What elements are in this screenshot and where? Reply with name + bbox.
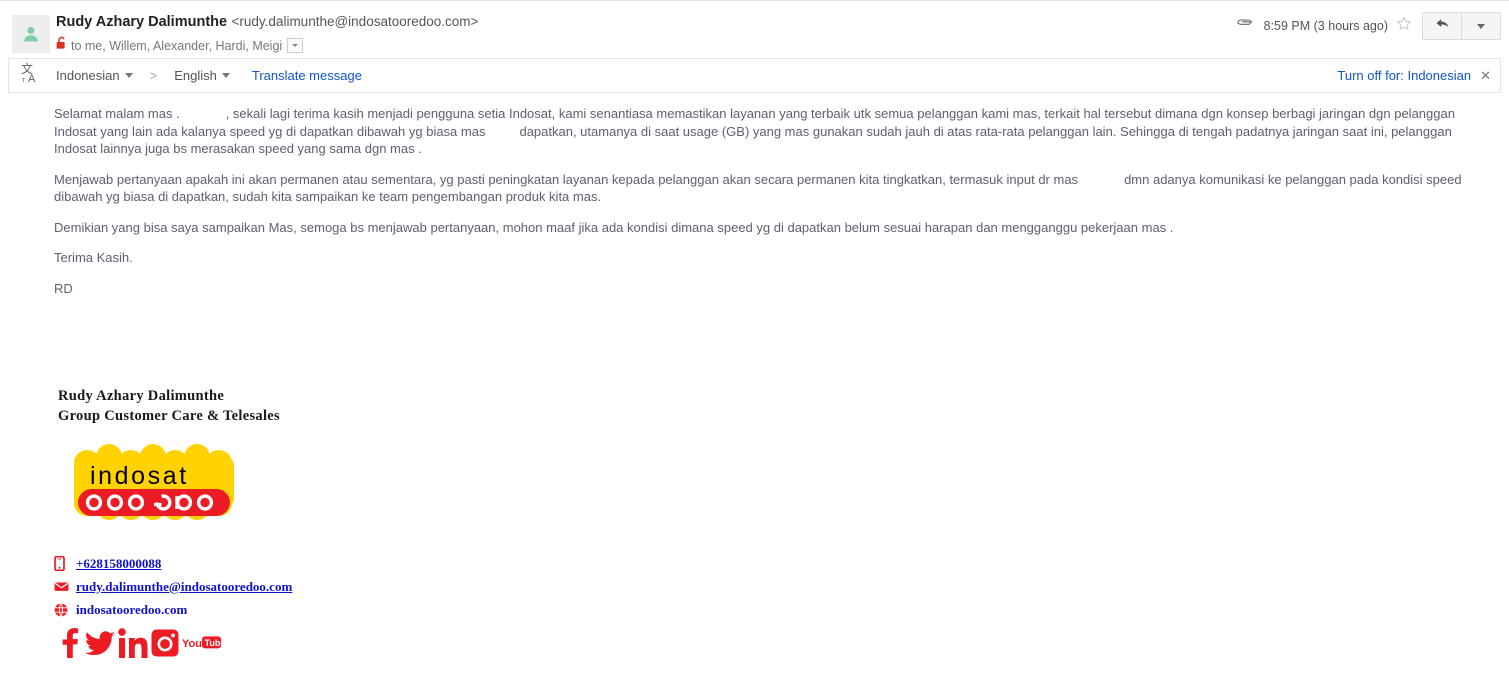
redacted-name-2 <box>485 123 519 141</box>
source-language-label: Indonesian <box>56 68 120 83</box>
linkedin-icon[interactable] <box>118 627 148 664</box>
globe-icon <box>54 602 72 617</box>
recipients-line[interactable]: to me, Willem, Alexander, Hardi, Meigi <box>56 36 304 55</box>
message-initials: RD <box>54 280 73 296</box>
facebook-icon[interactable] <box>58 627 82 664</box>
translate-message-link[interactable]: Translate message <box>252 68 362 83</box>
youtube-icon[interactable]: You Tube <box>182 633 225 658</box>
email-address-link[interactable]: rudy.dalimunthe@indosatooredoo.com <box>76 579 292 595</box>
reply-button[interactable] <box>1422 12 1462 40</box>
redacted-name-1 <box>180 105 226 123</box>
message-body: Selamat malam mas . , sekali lagi terima… <box>0 93 1509 664</box>
signature-title: Group Customer Care & Telesales <box>58 408 280 424</box>
svg-text:ᴛ: ᴛ <box>22 77 26 84</box>
star-outline-icon[interactable] <box>1396 16 1412 37</box>
reply-button-group <box>1422 12 1501 40</box>
mobile-phone-icon <box>54 556 72 571</box>
message-header: Rudy Azhary Dalimunthe <rudy.dalimunthe@… <box>0 0 1509 58</box>
translate-icon: 文 ᴛ A <box>20 61 42 89</box>
turn-off-translate-group: Turn off for: Indonesian ✕ <box>1337 68 1491 83</box>
indosat-ooredoo-logo: indosat <box>54 434 1509 538</box>
avatar <box>12 15 50 53</box>
sender-line: Rudy Azhary Dalimunthe <rudy.dalimunthe@… <box>56 13 478 31</box>
contact-row-phone[interactable]: +628158000088 <box>54 552 1509 575</box>
envelope-icon <box>54 581 72 592</box>
contact-row-email[interactable]: rudy.dalimunthe@indosatooredoo.com <box>54 575 1509 598</box>
contact-list: +628158000088 rudy.dalimunthe@indosatoor… <box>54 538 1509 621</box>
chevron-down-icon <box>221 73 230 78</box>
language-arrow: > <box>149 68 158 83</box>
paragraph-1-text-a: Selamat malam mas . <box>54 106 180 121</box>
more-options-button[interactable] <box>1462 12 1501 40</box>
message-closing: Terima Kasih. <box>54 250 133 265</box>
close-icon[interactable]: ✕ <box>1480 69 1491 82</box>
paragraph-2-text-a: Menjawab pertanyaan apakah ini akan perm… <box>54 171 1079 187</box>
contact-row-website[interactable]: indosatooredoo.com <box>54 598 1509 621</box>
unlocked-padlock-icon <box>56 36 67 55</box>
social-links: You Tube <box>54 621 1509 664</box>
redacted-name-3 <box>1078 171 1124 189</box>
paperclip-icon[interactable] <box>1237 17 1254 36</box>
person-avatar-icon <box>21 24 41 44</box>
instagram-icon[interactable] <box>150 628 180 663</box>
twitter-icon[interactable] <box>84 627 116 664</box>
sender-name[interactable]: Rudy Azhary Dalimunthe <box>56 14 227 30</box>
translate-bar: 文 ᴛ A Indonesian > English Translate mes… <box>8 58 1501 93</box>
chevron-down-icon <box>1477 23 1485 29</box>
svg-text:Tube: Tube <box>205 638 223 648</box>
recipients-text: to me, Willem, Alexander, Hardi, Meigi <box>71 38 283 53</box>
reply-arrow-icon <box>1435 17 1450 35</box>
timestamp: 8:59 PM (3 hours ago) <box>1263 19 1388 33</box>
sender-email[interactable]: <rudy.dalimunthe@indosatooredoo.com> <box>232 14 479 29</box>
svg-text:A: A <box>28 73 36 84</box>
signature-spacer <box>54 310 1509 386</box>
chevron-down-icon[interactable] <box>287 38 304 53</box>
website-link[interactable]: indosatooredoo.com <box>76 602 187 618</box>
svg-text:You: You <box>182 638 202 650</box>
message-paragraph-1: Selamat malam mas . , sekali lagi terima… <box>54 105 1486 158</box>
svg-text:indosat: indosat <box>90 462 189 490</box>
message-paragraph-3: Demikian yang bisa saya sampaikan Mas, s… <box>54 219 1174 235</box>
turn-off-translate-link[interactable]: Turn off for: Indonesian <box>1337 68 1471 83</box>
signature-name: Rudy Azhary Dalimunthe <box>58 388 225 404</box>
target-language-select[interactable]: English <box>174 68 230 83</box>
source-language-select[interactable]: Indonesian <box>56 68 133 83</box>
target-language-label: English <box>174 68 217 83</box>
phone-number-link[interactable]: +628158000088 <box>76 556 161 572</box>
message-paragraph-2: Menjawab pertanyaan apakah ini akan perm… <box>54 171 1486 206</box>
header-actions: 8:59 PM (3 hours ago) <box>1237 12 1501 40</box>
chevron-down-icon <box>124 73 133 78</box>
